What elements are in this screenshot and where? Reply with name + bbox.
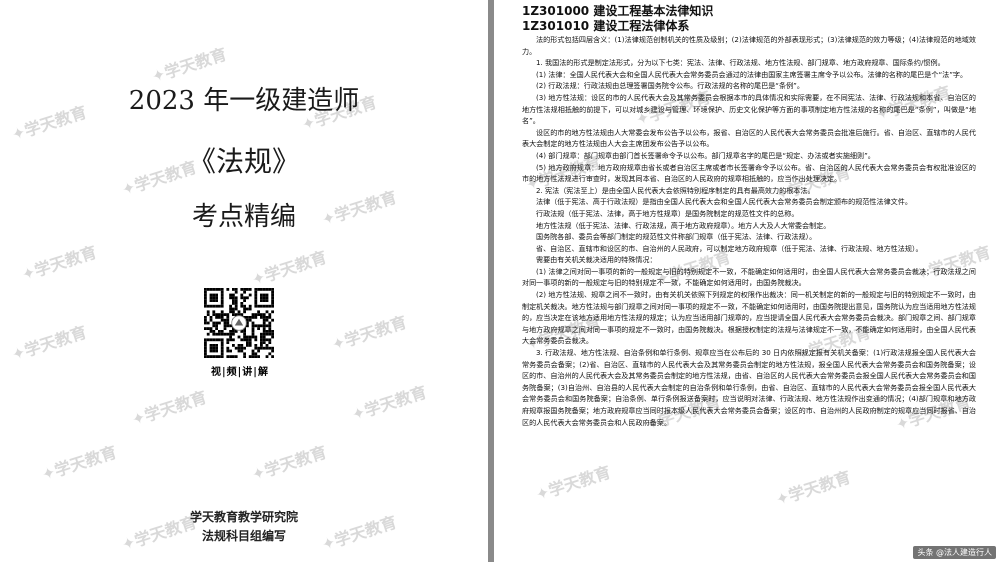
watermark-text: 学天教育	[532, 459, 613, 506]
paragraph: 3. 行政法规、地方性法规、自治条例和单行条例、规章应当在公布后的 30 日内依…	[522, 348, 976, 427]
publisher: 学天教育教学研究院	[189, 510, 298, 524]
watermark-text: 学天教育	[772, 464, 853, 511]
paragraph: (2) 行政法规：行政法规由总理签署国务院令公布。行政法规的名称的尾巴是“条例”…	[536, 81, 804, 91]
paragraph: (4) 部门规章：部门规章由部门首长签署命令予以公布。部门规章名字的尾巴是“规定…	[536, 150, 875, 160]
paragraph: 法律（低于宪法、高于行政法规）是指由全国人民代表大会和全国人民代表大会常务委员会…	[536, 197, 912, 207]
section-heading: 1Z301010 建设工程法律体系	[522, 19, 690, 33]
content-page: 学天教育学天教育学天教育学天教育学天教育学天教育学天教育学天教育学天教育学天教育…	[494, 0, 1000, 562]
paragraph: 国务院各部、委员会等部门制定的规范性文件称部门规章（低于宪法、法律、行政法规）。	[536, 232, 817, 242]
paragraph: 行政法规（低于宪法、法律，高于地方性规章）是国务院制定的规范性文件的总称。	[536, 208, 799, 218]
paragraph: (5) 地方政府规章：地方政府规章由省长或者自治区主席或者市长签署命令予以公布。…	[522, 162, 976, 184]
paragraph: (1) 法律之间对同一事项的新的一般规定与旧的特别规定不一致，不能确定如何适用时…	[522, 266, 976, 288]
watermark-text: 学天教育	[328, 309, 409, 356]
cover-title: 2023 年一级建造师	[128, 86, 360, 116]
paragraph: (3) 地方性法规：设区的市的人民代表大会及其常务委员会根据本市的具体情况和实际…	[522, 92, 976, 126]
document-body: 1Z301000 建设工程基本法律知识 1Z301010 建设工程法律体系 法的…	[522, 4, 976, 428]
watermark-text: 学天教育	[248, 244, 329, 291]
paragraph: 省、自治区、直辖市和设区的市、自治州的人民政府，可以制定地方政府规章（低于宪法、…	[536, 243, 923, 253]
cover-subject: 《法规》	[187, 145, 300, 178]
paragraph: 1. 我国法的形式是制定法形式，分为以下七类：宪法、法律、行政法规、地方性法规、…	[536, 58, 945, 68]
source-tag: 头条 @法人建造行人	[913, 546, 996, 559]
watermark-text: 学天教育	[348, 379, 429, 426]
video-label: 视|频|讲|解	[211, 367, 269, 378]
paragraph: 设区的市的地方性法规由人大常委会发布公告予以公布，报省、自治区的人民代表大会常务…	[522, 127, 976, 149]
paragraph-list: 法的形式包括四层含义：(1)法律规范创制机关的性质及级别；(2)法律规范的外部表…	[522, 34, 976, 428]
paragraph: 需要由有关机关裁决适用的特殊情况：	[536, 255, 657, 265]
editor-credit: 法规科目组编写	[201, 529, 286, 543]
watermark-text: 学天教育	[8, 319, 89, 366]
watermark-text: 学天教育	[18, 239, 99, 286]
paragraph: 地方性法规（低于宪法、法律、行政法规，高于地方政府规章）。地方人大及人大常委会制…	[536, 220, 831, 230]
paragraph: (1) 法律：全国人民代表大会和全国人民代表大会常务委员会通过的法律由国家主席签…	[536, 69, 968, 79]
paragraph: 2. 宪法（宪法至上）是由全国人民代表大会依照特别程序制定的具有最高效力的根本法…	[536, 185, 815, 195]
watermark-text: 学天教育	[38, 439, 119, 486]
paragraph: 法的形式包括四层含义：(1)法律规范创制机关的性质及级别；(2)法律规范的外部表…	[522, 35, 976, 56]
cover-page: 学天教育学天教育学天教育学天教育学天教育学天教育学天教育学天教育学天教育学天教育…	[0, 0, 488, 562]
watermark-text: 学天教育	[128, 384, 209, 431]
paragraph: (2) 地方性法规、规章之间不一致时，由有关机关依照下列规定的权限作出裁决：同一…	[522, 290, 976, 346]
cover-subtitle: 考点精编	[191, 202, 296, 232]
watermark-text: 学天教育	[248, 439, 329, 486]
qr-code[interactable]	[204, 288, 274, 358]
chapter-heading: 1Z301000 建设工程基本法律知识	[522, 4, 714, 18]
